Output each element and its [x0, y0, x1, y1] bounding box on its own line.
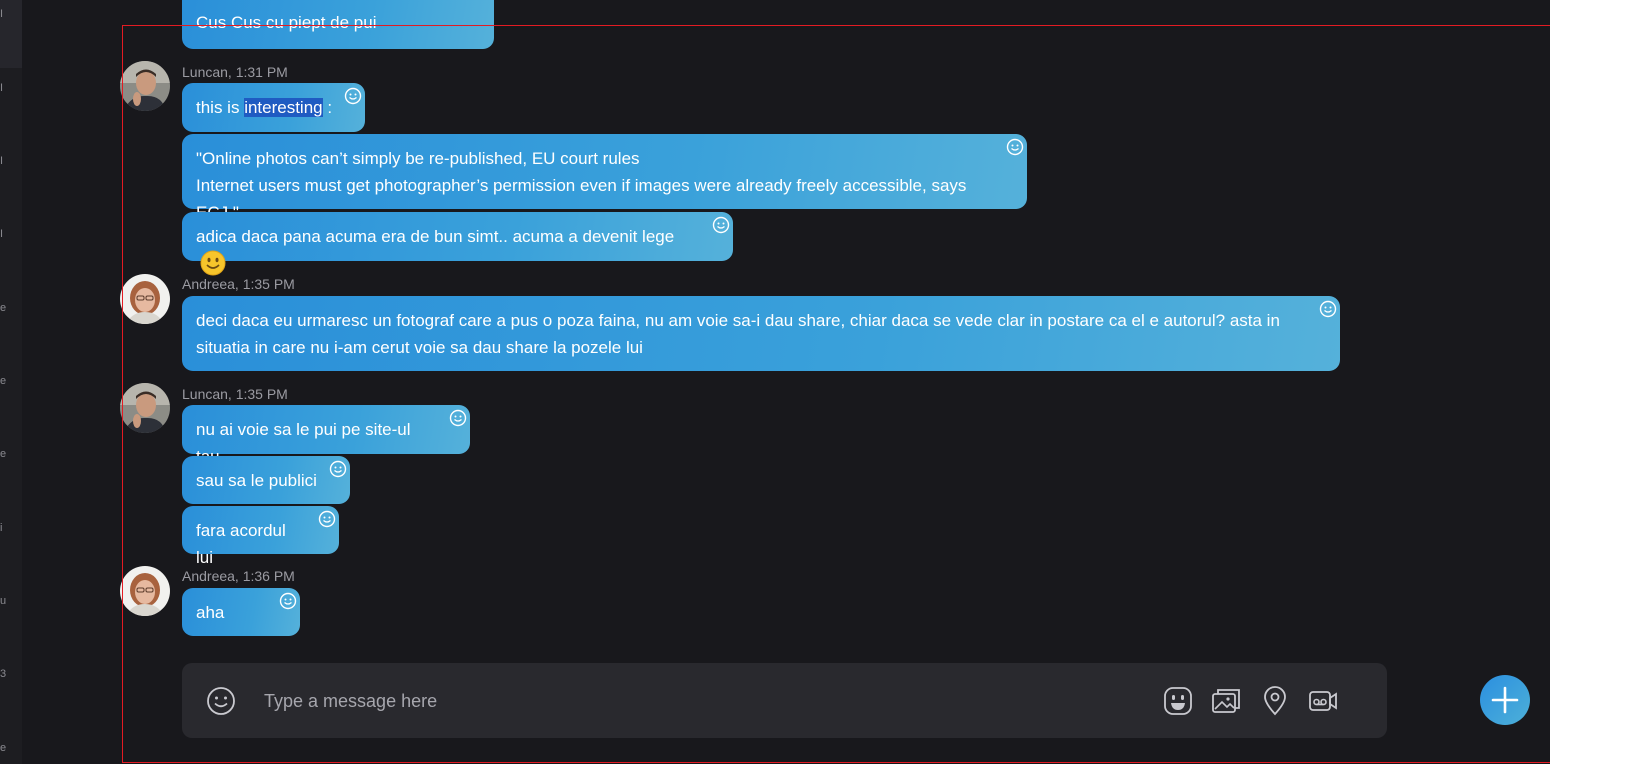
plus-icon [1491, 686, 1519, 714]
message-input[interactable] [262, 663, 1116, 740]
message-text: this is interesting : [196, 98, 332, 117]
sidebar-char: I [0, 155, 4, 167]
message-bubble-previous[interactable]: Cus Cus cu piept de pui [182, 0, 494, 49]
message-text: fara acordul lui [196, 521, 286, 567]
left-sidebar-strip: I I I I e e e i u 3 e [0, 0, 23, 764]
emoji-icon[interactable] [206, 686, 236, 716]
message-text: adica daca pana acuma era de bun simt.. … [196, 227, 675, 246]
message-bubble[interactable]: this is interesting : [182, 83, 365, 132]
add-reaction-icon[interactable] [279, 592, 297, 610]
avatar-luncan[interactable] [120, 61, 170, 111]
message-bubble[interactable]: adica daca pana acuma era de bun simt.. … [182, 212, 733, 276]
sidebar-char: I [0, 228, 4, 240]
message-composer [182, 663, 1387, 740]
add-reaction-icon[interactable] [449, 409, 467, 427]
add-reaction-icon[interactable] [344, 87, 362, 105]
sidebar-char: i [0, 522, 3, 534]
message-text: aha [196, 603, 225, 622]
chat-panel: Cus Cus cu piept de pui Luncan, 1:31 PM … [22, 0, 1550, 764]
message-bubble[interactable]: sau sa le publici [182, 456, 350, 504]
add-button[interactable] [1480, 675, 1530, 725]
image-icon[interactable] [1211, 686, 1241, 716]
sidebar-char: I [0, 8, 4, 20]
avatar-andreea-photo [120, 274, 170, 324]
add-reaction-icon[interactable] [318, 510, 336, 528]
message-bubble[interactable]: fara acordul lui [182, 506, 339, 567]
add-reaction-icon[interactable] [1006, 138, 1024, 156]
message-author-time: Luncan, 1:31 PM [182, 64, 288, 80]
message-bubble[interactable]: aha [182, 588, 300, 636]
avatar-andreea[interactable] [120, 566, 170, 616]
location-icon[interactable] [1260, 686, 1290, 716]
avatar-luncan-photo [120, 61, 170, 111]
avatar-luncan[interactable] [120, 383, 170, 433]
message-text-part: : [322, 98, 333, 117]
message-author-time: Luncan, 1:35 PM [182, 386, 288, 402]
sidebar-char: 3 [0, 668, 7, 680]
add-reaction-icon[interactable] [1319, 300, 1337, 318]
avatar-andreea[interactable] [120, 274, 170, 324]
message-text: Cus Cus cu piept de pui [196, 13, 377, 32]
message-bubble[interactable]: "Online photos can’t simply be re-publis… [182, 134, 1027, 222]
sidebar-char: e [0, 448, 7, 460]
message-text-part: this is [196, 98, 245, 117]
sidebar-char: e [0, 302, 7, 314]
smile-emoji-icon [200, 250, 226, 276]
sidebar-char: I [0, 82, 4, 94]
sticker-icon[interactable] [1163, 686, 1193, 716]
message-bubble[interactable]: nu ai voie sa le pui pe site-ul tau [182, 405, 470, 466]
message-author-time: Andreea, 1:35 PM [182, 276, 295, 292]
message-text: deci daca eu urmaresc un fotograf care a… [196, 311, 1280, 357]
add-reaction-icon[interactable] [329, 460, 347, 478]
add-reaction-icon[interactable] [712, 216, 730, 234]
sidebar-char: e [0, 742, 7, 754]
sidebar-char: e [0, 375, 7, 387]
message-author-time: Andreea, 1:36 PM [182, 568, 295, 584]
selected-text: interesting [244, 98, 323, 117]
video-message-icon[interactable] [1308, 686, 1338, 716]
message-text: sau sa le publici [196, 471, 317, 490]
avatar-luncan-photo [120, 383, 170, 433]
sidebar-selected-item[interactable] [0, 0, 22, 68]
sidebar-char: u [0, 595, 7, 607]
avatar-andreea-photo [120, 566, 170, 616]
message-bubble[interactable]: deci daca eu urmaresc un fotograf care a… [182, 296, 1340, 371]
